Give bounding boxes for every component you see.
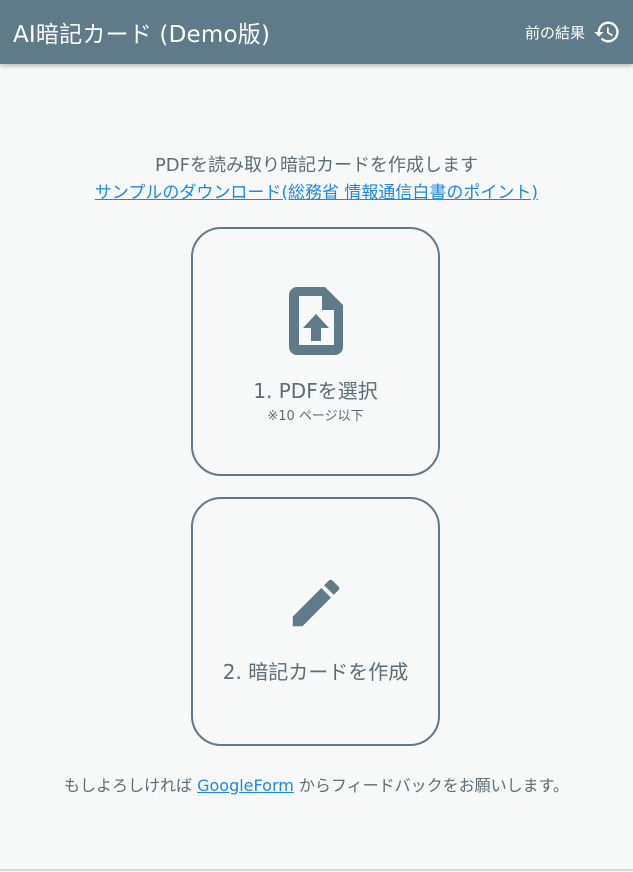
feedback-prefix: もしよろしければ bbox=[63, 776, 192, 795]
app-title: AI暗記カード (Demo版) bbox=[13, 22, 271, 48]
select-pdf-button[interactable]: 1. PDFを選択 ※10 ページ以下 bbox=[191, 227, 440, 476]
pencil-icon bbox=[285, 572, 347, 634]
create-cards-button[interactable]: 2. 暗記カードを作成 bbox=[191, 497, 440, 746]
sample-download-link[interactable]: サンプルのダウンロード(総務省 情報通信白書のポイント) bbox=[95, 183, 538, 203]
file-upload-icon bbox=[288, 287, 343, 355]
select-pdf-label: 1. PDFを選択 bbox=[253, 379, 378, 403]
feedback-suffix: からフィードバックをお願いします。 bbox=[298, 776, 570, 795]
previous-results-button[interactable]: 前の結果 bbox=[519, 12, 627, 52]
create-cards-label: 2. 暗記カードを作成 bbox=[222, 660, 409, 684]
app-bar: AI暗記カード (Demo版) 前の結果 bbox=[0, 0, 633, 64]
feedback-text: もしよろしければ GoogleForm からフィードバックをお願いします。 bbox=[0, 772, 633, 796]
google-form-link[interactable]: GoogleForm bbox=[197, 776, 294, 795]
history-icon bbox=[593, 18, 621, 46]
main-content: PDFを読み取り暗記カードを作成します サンプルのダウンロード(総務省 情報通信… bbox=[0, 64, 633, 870]
sample-download-container: サンプルのダウンロード(総務省 情報通信白書のポイント) bbox=[0, 178, 633, 203]
page-limit-note: ※10 ページ以下 bbox=[267, 409, 364, 424]
intro-text: PDFを読み取り暗記カードを作成します bbox=[154, 155, 479, 176]
previous-results-label: 前の結果 bbox=[524, 23, 585, 42]
bottom-divider bbox=[0, 869, 633, 871]
